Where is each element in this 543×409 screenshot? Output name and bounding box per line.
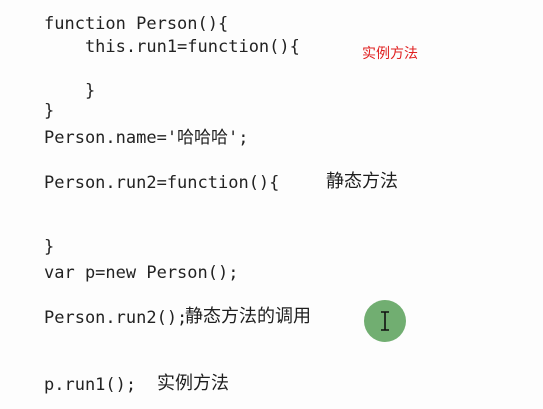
code-line-1: function Person(){ (44, 14, 229, 34)
code-line-10: p.run1(); (44, 375, 137, 395)
annotation-instance-method-red: 实例方法 (362, 46, 418, 62)
code-line-5: Person.name='哈哈哈'; (44, 128, 249, 148)
annotation-instance-method: 实例方法 (157, 373, 229, 394)
code-line-4: } (44, 101, 55, 121)
annotation-static-method: 静态方法 (326, 171, 398, 192)
text-cursor-icon (379, 311, 391, 331)
code-line-3: } (44, 81, 96, 101)
code-line-2: this.run1=function(){ (44, 37, 300, 57)
code-line-8: var p=new Person(); (44, 263, 239, 283)
mouse-cursor-highlight (364, 300, 406, 342)
code-line-9: Person.run2(); (44, 308, 188, 328)
code-view: function Person(){ this.run1=function(){… (0, 0, 543, 409)
annotation-static-method-call: 静态方法的调用 (185, 306, 311, 327)
code-line-6: Person.run2=function(){ (44, 173, 280, 193)
code-line-7: } (44, 237, 55, 257)
